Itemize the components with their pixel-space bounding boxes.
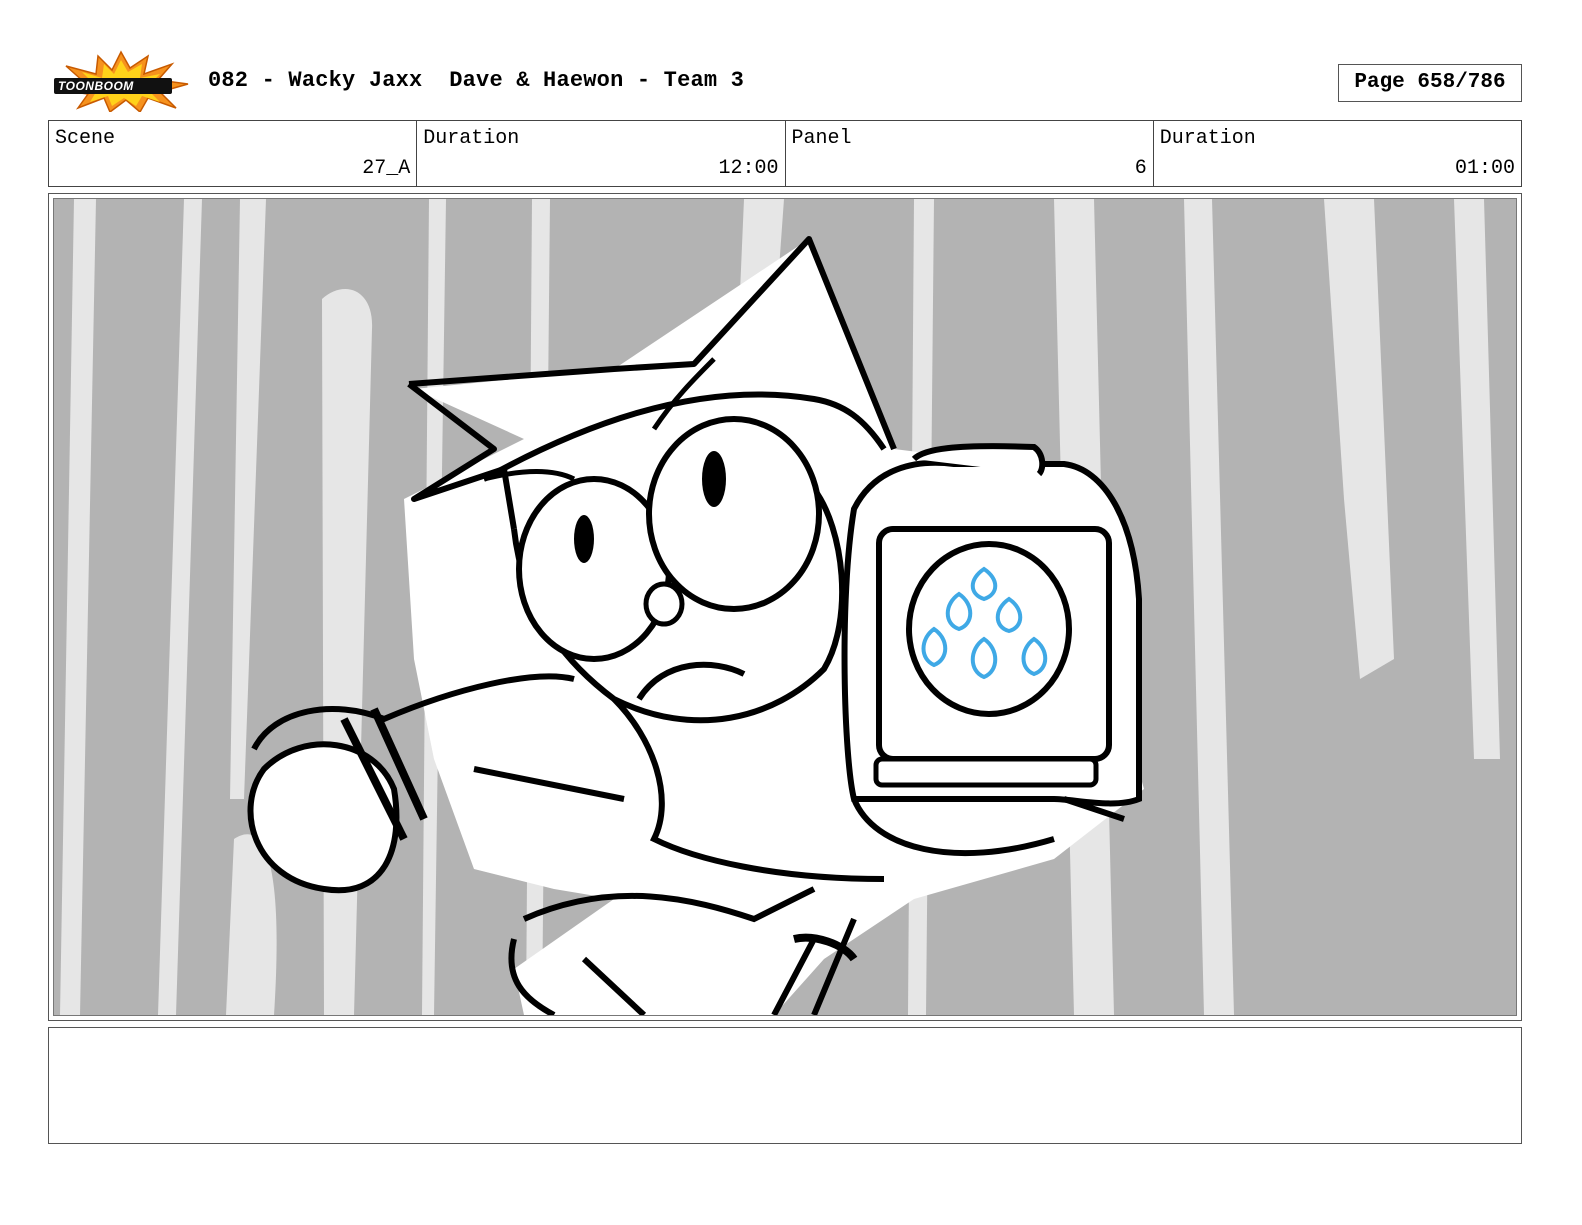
panel-drawing (53, 198, 1517, 1016)
scene-info-table: Scene 27_A Duration 12:00 Panel 6 Durati… (48, 120, 1522, 187)
panel-notes-box (48, 1027, 1522, 1144)
scene-duration-value: 12:00 (718, 157, 779, 180)
toonboom-logo: TOONBOOM (52, 50, 190, 114)
panel-cell: Panel 6 (786, 121, 1154, 186)
page-indicator: Page 658/786 (1338, 64, 1522, 102)
scene-cell: Scene 27_A (49, 121, 418, 186)
device-sketch (841, 443, 1142, 857)
panel-duration-value: 01:00 (1454, 157, 1515, 180)
storyboard-panel (48, 193, 1522, 1021)
scene-label: Scene (55, 127, 116, 150)
panel-label: Panel (791, 127, 852, 150)
scene-duration-cell: Duration 12:00 (417, 121, 786, 186)
panel-sketch (60, 199, 1500, 1015)
panel-duration-label: Duration (1159, 127, 1256, 150)
panel-duration-cell: Duration 01:00 (1154, 121, 1521, 186)
panel-value: 6 (1134, 157, 1147, 180)
logo-text: TOONBOOM (58, 79, 134, 93)
scene-duration-label: Duration (423, 127, 520, 150)
scene-value: 27_A (362, 157, 411, 180)
document-title: 082 - Wacky Jaxx Dave & Haewon - Team 3 (208, 68, 745, 93)
